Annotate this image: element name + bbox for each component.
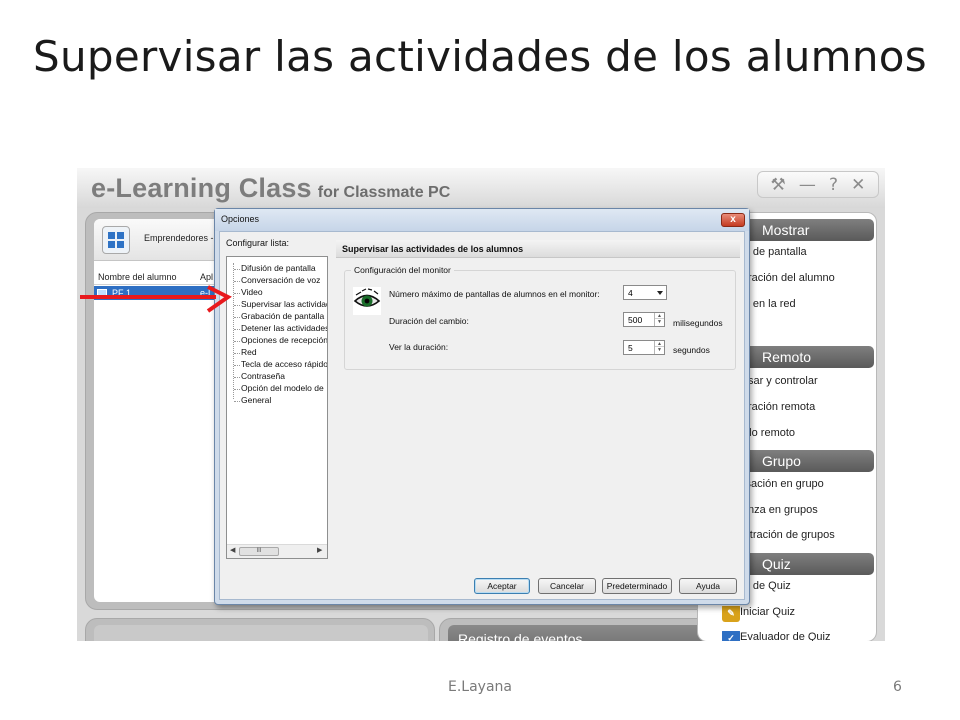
tree-item-hotkey[interactable]: Tecla de acceso rápido bbox=[233, 359, 327, 371]
accept-button[interactable]: Aceptar bbox=[474, 578, 530, 594]
change-duration-value: 500 bbox=[628, 315, 643, 325]
close-icon[interactable]: ✕ bbox=[851, 175, 865, 195]
default-button[interactable]: Predeterminado bbox=[602, 578, 672, 594]
options-dialog: Opciones x Configurar lista: Difusión de… bbox=[214, 208, 750, 605]
tree-item-screen-broadcast[interactable]: Difusión de pantalla bbox=[233, 263, 327, 275]
eye-icon bbox=[353, 287, 381, 315]
app-subtitle: for Classmate PC bbox=[317, 184, 451, 201]
sidebar-header-quiz[interactable]: Quiz bbox=[738, 553, 874, 575]
monitor-config-legend: Configuración del monitor bbox=[351, 265, 454, 275]
tree-item-stop-activities[interactable]: Detener las actividades bbox=[233, 323, 327, 335]
start-quiz-label: Iniciar Quiz bbox=[740, 606, 796, 618]
max-screens-label: Número máximo de pantallas de alumnos en… bbox=[389, 289, 600, 299]
tree-item-model-option[interactable]: Opción del modelo de bbox=[233, 383, 327, 395]
view-duration-unit: segundos bbox=[673, 345, 710, 355]
dialog-titlebar: Opciones x bbox=[215, 209, 749, 231]
tree-horizontal-scrollbar[interactable]: ◀ III ▶ bbox=[227, 544, 327, 558]
sidebar-header-grupo[interactable]: Grupo bbox=[738, 450, 874, 472]
tree-item-password[interactable]: Contraseña bbox=[233, 371, 327, 383]
dialog-close-button[interactable]: x bbox=[721, 213, 745, 227]
help-icon[interactable]: ? bbox=[829, 175, 838, 195]
column-student-name[interactable]: Nombre del alumno bbox=[98, 272, 177, 282]
max-screens-select[interactable]: 4 bbox=[623, 285, 667, 300]
section-title: Supervisar las actividades de los alumno… bbox=[336, 240, 740, 258]
tools-icon[interactable]: ⚒ bbox=[771, 175, 786, 195]
app-title: e-Learning Class for Classmate PC bbox=[91, 173, 450, 204]
tree-item-network[interactable]: Red bbox=[233, 347, 327, 359]
column-app[interactable]: Apl bbox=[200, 272, 213, 282]
help-button[interactable]: Ayuda bbox=[679, 578, 737, 594]
monitor-config-group: Configuración del monitor Número máximo … bbox=[344, 265, 736, 370]
scroll-left-icon[interactable]: ◀ bbox=[230, 546, 235, 554]
bottom-left-panel bbox=[85, 618, 435, 641]
max-screens-value: 4 bbox=[628, 288, 633, 298]
group-grid-icon[interactable] bbox=[102, 226, 130, 254]
app-screenshot: e-Learning Class for Classmate PC ⚒ — ? ✕… bbox=[77, 168, 885, 641]
sidebar-header-mostrar[interactable]: Mostrar bbox=[738, 219, 874, 241]
group-label: Emprendedores - 0 bbox=[144, 233, 222, 243]
dialog-title: Opciones bbox=[221, 214, 260, 224]
chevron-down-icon bbox=[657, 291, 663, 295]
config-list-label: Configurar lista: bbox=[226, 238, 290, 248]
slide-footer: E.Layana bbox=[448, 679, 512, 695]
spin-down-icon[interactable]: ▼ bbox=[655, 347, 664, 353]
start-quiz-icon: ✎ bbox=[722, 606, 740, 622]
event-log-tab[interactable]: Registro de eventos bbox=[458, 631, 583, 641]
change-duration-label: Duración del cambio: bbox=[389, 316, 469, 326]
change-duration-stepper[interactable]: 500 ▲ ▼ bbox=[623, 312, 665, 327]
slide-title: Supervisar las actividades de los alumno… bbox=[33, 32, 927, 81]
scroll-thumb[interactable]: III bbox=[239, 547, 279, 556]
window-controls: ⚒ — ? ✕ bbox=[757, 171, 879, 198]
tree-item-general[interactable]: General bbox=[233, 395, 327, 407]
quiz-evaluator-label: Evaluador de Quiz bbox=[740, 631, 831, 641]
sidebar-header-remoto[interactable]: Remoto bbox=[738, 346, 874, 368]
spin-down-icon[interactable]: ▼ bbox=[655, 319, 664, 325]
view-duration-label: Ver la duración: bbox=[389, 342, 449, 352]
dialog-body: Configurar lista: Difusión de pantalla C… bbox=[219, 231, 745, 600]
scroll-right-icon[interactable]: ▶ bbox=[317, 546, 322, 554]
app-title-text: e-Learning Class bbox=[91, 173, 312, 203]
change-duration-unit: milisegundos bbox=[673, 318, 723, 328]
sidebar-item-start-quiz[interactable]: ✎ Iniciar Quiz bbox=[718, 606, 873, 624]
red-arrow-annotation bbox=[80, 285, 232, 313]
minimize-icon[interactable]: — bbox=[799, 175, 816, 195]
sidebar-item-quiz-evaluator[interactable]: ✓ Evaluador de Quiz bbox=[718, 631, 873, 641]
app-titlebar: e-Learning Class for Classmate PC ⚒ — ? ✕ bbox=[77, 168, 885, 208]
view-duration-stepper[interactable]: 5 ▲ ▼ bbox=[623, 340, 665, 355]
cancel-button[interactable]: Cancelar bbox=[538, 578, 596, 594]
event-log-panel: Registro de eventos bbox=[439, 618, 713, 641]
slide-page-number: 6 bbox=[893, 679, 902, 695]
tree-item-receive-options[interactable]: Opciones de recepción bbox=[233, 335, 327, 347]
view-duration-value: 5 bbox=[628, 343, 633, 353]
quiz-evaluator-icon: ✓ bbox=[722, 631, 740, 641]
